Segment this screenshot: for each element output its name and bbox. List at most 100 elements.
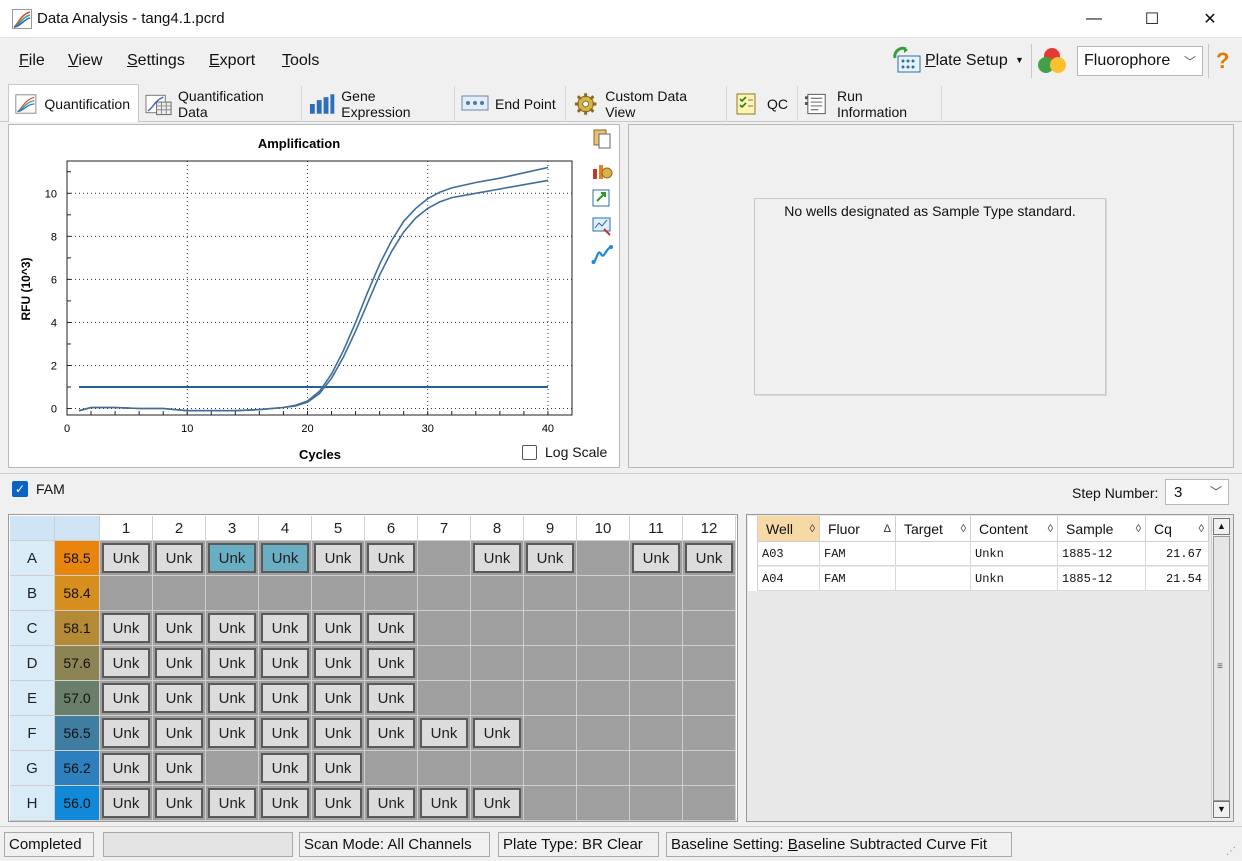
tab-quantification-data[interactable]: Quantification Data — [139, 86, 302, 122]
copy-icon[interactable] — [591, 129, 613, 149]
menu-export[interactable]: Export — [209, 52, 255, 70]
plate-well[interactable]: Unk — [259, 646, 312, 681]
fluor-color-icon[interactable] — [1036, 45, 1068, 77]
plate-well[interactable] — [683, 716, 736, 751]
plate-well[interactable]: Unk — [365, 646, 418, 681]
plate-well[interactable]: Unk — [100, 611, 153, 646]
scroll-down-arrow-icon[interactable]: ▼ — [1213, 801, 1230, 818]
tab-qc[interactable]: QC — [727, 86, 798, 122]
plate-well[interactable]: Unk — [100, 541, 153, 576]
plate-well[interactable]: Unk — [153, 541, 206, 576]
plate-well[interactable] — [524, 681, 577, 716]
plate-well[interactable]: Unk — [259, 786, 312, 821]
plate-well[interactable] — [630, 681, 683, 716]
maximize-button[interactable]: ☐ — [1129, 0, 1175, 38]
chart-options-icon[interactable] — [591, 159, 613, 181]
results-column-header[interactable]: Well ◊ — [758, 516, 820, 542]
plate-well[interactable] — [153, 576, 206, 611]
help-icon[interactable]: ? — [1216, 48, 1229, 74]
plate-well[interactable] — [524, 786, 577, 821]
plate-well[interactable] — [683, 786, 736, 821]
plate-well[interactable] — [312, 576, 365, 611]
scrollbar-thumb[interactable]: ≡ — [1213, 536, 1230, 801]
tab-quantification[interactable]: Quantification — [8, 84, 139, 122]
plate-well[interactable] — [630, 576, 683, 611]
plate-well[interactable]: Unk — [259, 716, 312, 751]
plate-well[interactable]: Unk — [206, 716, 259, 751]
plate-well[interactable] — [524, 611, 577, 646]
plate-well[interactable] — [683, 576, 736, 611]
plate-well[interactable] — [471, 681, 524, 716]
plate-well[interactable]: Unk — [365, 786, 418, 821]
results-cell[interactable] — [896, 542, 971, 566]
export-icon[interactable] — [591, 187, 613, 209]
plate-well[interactable]: Unk — [365, 611, 418, 646]
plate-well[interactable] — [630, 716, 683, 751]
scroll-up-arrow-icon[interactable]: ▲ — [1213, 518, 1230, 535]
results-scrollbar[interactable]: ▲ ≡ ▼ — [1211, 517, 1230, 820]
plate-well[interactable]: Unk — [312, 646, 365, 681]
plate-well[interactable]: Unk — [471, 541, 524, 576]
plate-well[interactable]: Unk — [259, 751, 312, 786]
plate-well[interactable] — [418, 751, 471, 786]
menu-view[interactable]: View — [68, 52, 102, 70]
plate-well[interactable]: Unk — [100, 786, 153, 821]
plate-well[interactable] — [418, 646, 471, 681]
plate-well[interactable]: Unk — [312, 681, 365, 716]
results-cell[interactable]: 1885-12 — [1058, 567, 1146, 591]
plate-well[interactable]: Unk — [312, 751, 365, 786]
tab-end-point[interactable]: End Point — [455, 86, 566, 122]
plate-well[interactable]: Unk — [471, 786, 524, 821]
minimize-button[interactable]: — — [1071, 0, 1117, 38]
plate-well[interactable]: Unk — [259, 611, 312, 646]
plate-well[interactable] — [630, 751, 683, 786]
tab-custom-data-view[interactable]: Custom Data View — [566, 86, 727, 122]
results-column-header[interactable]: Target ◊ — [896, 516, 971, 542]
plate-well[interactable]: Unk — [365, 681, 418, 716]
results-cell[interactable] — [896, 567, 971, 591]
plate-well[interactable] — [683, 611, 736, 646]
plate-well[interactable]: Unk — [206, 786, 259, 821]
plate-well[interactable] — [524, 716, 577, 751]
fluorophore-select[interactable]: Fluorophore ﹀ — [1077, 46, 1203, 76]
plate-well[interactable] — [206, 751, 259, 786]
plate-well[interactable]: Unk — [153, 716, 206, 751]
plate-well[interactable] — [365, 576, 418, 611]
plate-well[interactable] — [259, 576, 312, 611]
log-scale-checkbox[interactable] — [522, 445, 537, 460]
plate-well[interactable] — [418, 611, 471, 646]
plate-well[interactable]: Unk — [365, 716, 418, 751]
results-cell[interactable]: A03 — [758, 542, 820, 566]
amplification-curve[interactable] — [78, 179, 549, 412]
tab-run-information[interactable]: Run Information — [798, 86, 942, 122]
plate-well[interactable]: Unk — [153, 611, 206, 646]
results-column-header[interactable]: Cq ◊ — [1146, 516, 1209, 542]
plate-well[interactable]: Unk — [153, 786, 206, 821]
plate-well[interactable]: Unk — [206, 541, 259, 576]
plate-well[interactable]: Unk — [312, 786, 365, 821]
plate-well[interactable]: Unk — [365, 541, 418, 576]
plate-well[interactable]: Unk — [630, 541, 683, 576]
plate-well[interactable] — [683, 681, 736, 716]
plate-setup-button[interactable]: Plate Setup ▼ — [890, 46, 1026, 76]
plate-well[interactable]: Unk — [153, 681, 206, 716]
plate-well[interactable] — [206, 576, 259, 611]
plate-well[interactable] — [577, 541, 630, 576]
step-number-select[interactable]: 3 ﹀ — [1165, 479, 1229, 505]
results-column-header[interactable]: Fluor Δ — [820, 516, 896, 542]
close-button[interactable]: ✕ — [1187, 0, 1233, 38]
plate-well[interactable]: Unk — [153, 751, 206, 786]
amplification-curve[interactable] — [78, 166, 549, 412]
plate-well[interactable]: Unk — [524, 541, 577, 576]
results-cell[interactable]: 21.67 — [1146, 542, 1209, 566]
plate-well[interactable] — [577, 646, 630, 681]
menu-tools[interactable]: Tools — [282, 52, 319, 70]
plate-well[interactable]: Unk — [683, 541, 736, 576]
plate-well[interactable]: Unk — [100, 681, 153, 716]
plate-well[interactable]: Unk — [100, 646, 153, 681]
plate-well[interactable] — [577, 576, 630, 611]
results-cell[interactable]: A04 — [758, 567, 820, 591]
plate-well[interactable]: Unk — [312, 611, 365, 646]
plate-well[interactable] — [630, 611, 683, 646]
results-cell[interactable]: Unkn — [971, 567, 1058, 591]
